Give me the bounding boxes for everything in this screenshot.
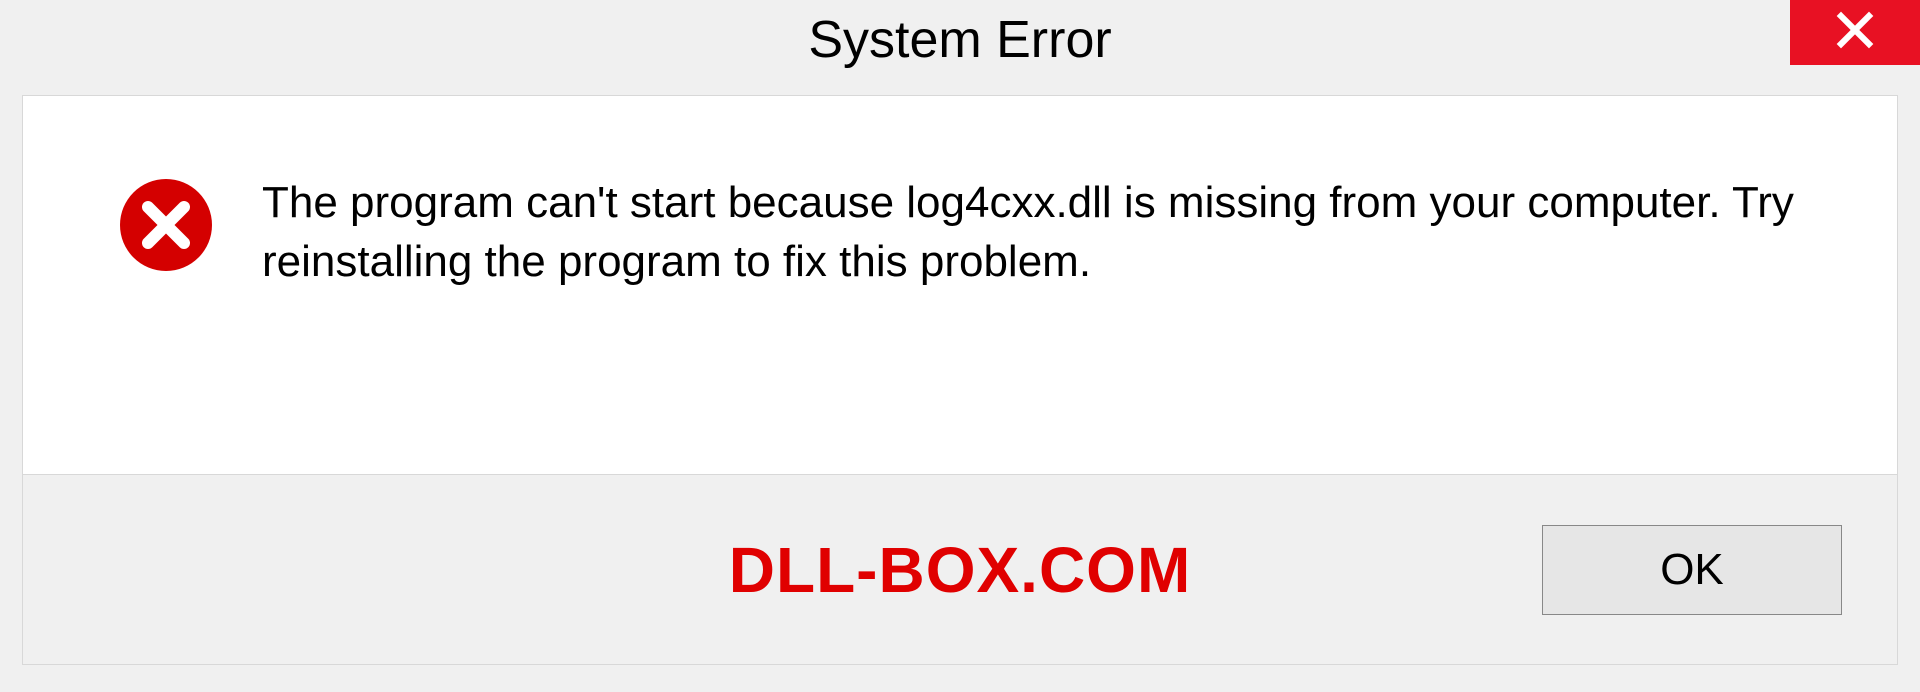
close-button[interactable] [1790,0,1920,65]
close-icon [1834,9,1876,56]
ok-button[interactable]: OK [1542,525,1842,615]
dialog-title: System Error [808,10,1111,70]
dialog-footer: DLL-BOX.COM OK [22,475,1898,665]
error-icon [118,177,214,273]
dialog-content: The program can't start because log4cxx.… [22,95,1898,475]
watermark-text: DLL-BOX.COM [729,533,1192,607]
titlebar: System Error [0,0,1920,80]
error-message: The program can't start because log4cxx.… [262,171,1857,292]
